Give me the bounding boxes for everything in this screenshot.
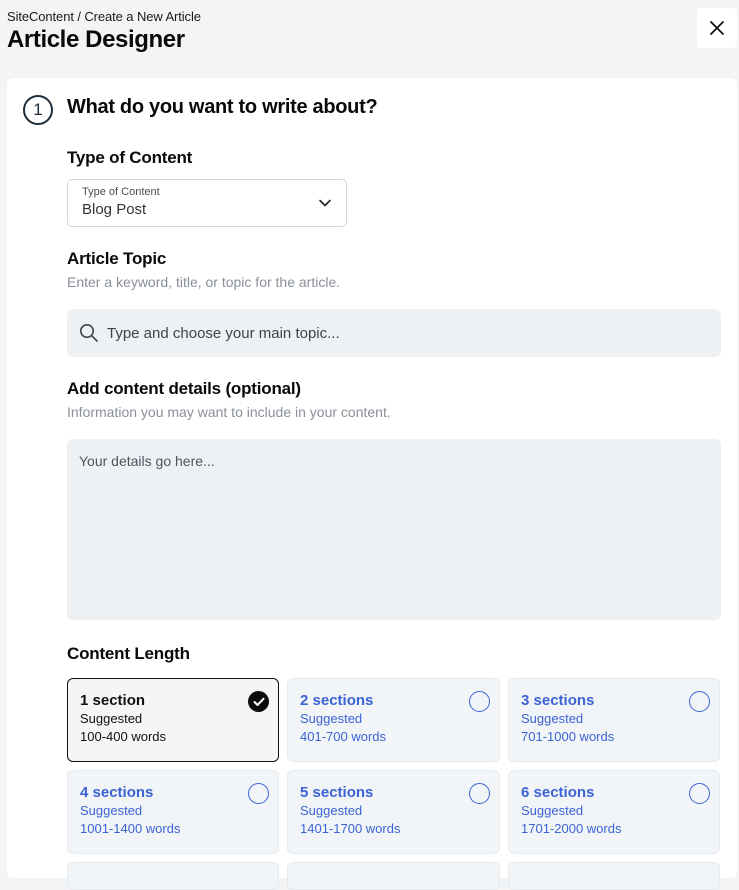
length-option-title: 1 section <box>80 692 146 709</box>
length-option-words: 1401-1700 words <box>300 821 401 836</box>
article-topic-heading: Article Topic <box>67 249 167 268</box>
step-title: What do you want to write about? <box>67 96 378 118</box>
article-topic-help: Enter a keyword, title, or topic for the… <box>67 274 341 290</box>
content-details-help: Information you may want to include in y… <box>67 404 391 420</box>
content-details-heading: Add content details (optional) <box>67 379 301 398</box>
radio-unchecked-icon[interactable] <box>689 691 710 712</box>
page-header: SiteContent / Create a New Article Artic… <box>7 9 201 55</box>
topic-search-input[interactable] <box>107 324 687 342</box>
length-option-partial[interactable] <box>508 862 720 890</box>
length-option-suggested: Suggested <box>521 803 584 818</box>
length-option-words: 1701-2000 words <box>521 821 622 836</box>
radio-unchecked-icon[interactable] <box>248 783 269 804</box>
length-option-title: 6 sections <box>521 784 595 801</box>
content-details-textarea[interactable] <box>67 439 721 620</box>
search-icon <box>80 324 98 342</box>
length-option-words: 701-1000 words <box>521 729 615 744</box>
article-form-panel: 1 What do you want to write about? Type … <box>7 78 737 890</box>
radio-unchecked-icon[interactable] <box>689 783 710 804</box>
length-option-partial[interactable] <box>67 862 279 890</box>
length-option-suggested: Suggested <box>80 803 143 818</box>
length-option-3-sections[interactable]: 3 sections Suggested 701-1000 words <box>508 678 720 762</box>
radio-unchecked-icon[interactable] <box>469 783 490 804</box>
length-option-suggested: Suggested <box>300 803 363 818</box>
length-option-title: 5 sections <box>300 784 374 801</box>
content-type-heading: Type of Content <box>67 148 193 167</box>
length-option-words: 1001-1400 words <box>80 821 181 836</box>
chevron-down-icon <box>319 199 331 207</box>
length-option-suggested: Suggested <box>521 711 584 726</box>
length-option-4-sections[interactable]: 4 sections Suggested 1001-1400 words <box>67 770 279 854</box>
check-circle-icon <box>248 691 269 712</box>
length-option-words: 100-400 words <box>80 729 166 744</box>
close-icon <box>710 21 724 35</box>
length-option-words: 401-700 words <box>300 729 386 744</box>
length-option-5-sections[interactable]: 5 sections Suggested 1401-1700 words <box>287 770 500 854</box>
content-type-select[interactable]: Type of Content Blog Post <box>67 179 347 227</box>
content-length-options: 1 section Suggested 100-400 words 2 sect… <box>67 678 720 890</box>
step-number-badge: 1 <box>23 95 53 125</box>
length-option-title: 3 sections <box>521 692 595 709</box>
content-length-heading: Content Length <box>67 644 190 663</box>
length-option-suggested: Suggested <box>300 711 363 726</box>
page-title: Article Designer <box>7 26 185 53</box>
breadcrumb: SiteContent / Create a New Article <box>7 9 201 24</box>
radio-unchecked-icon[interactable] <box>469 691 490 712</box>
length-option-6-sections[interactable]: 6 sections Suggested 1701-2000 words <box>508 770 720 854</box>
length-option-suggested: Suggested <box>80 711 143 726</box>
length-option-1-section[interactable]: 1 section Suggested 100-400 words <box>67 678 279 762</box>
length-option-2-sections[interactable]: 2 sections Suggested 401-700 words <box>287 678 500 762</box>
close-button[interactable] <box>697 8 737 48</box>
length-option-title: 4 sections <box>80 784 154 801</box>
length-option-title: 2 sections <box>300 692 374 709</box>
content-type-select-label: Type of Content <box>82 186 160 198</box>
content-type-select-value: Blog Post <box>82 201 147 218</box>
length-option-partial[interactable] <box>287 862 500 890</box>
topic-search-field[interactable] <box>67 309 721 357</box>
